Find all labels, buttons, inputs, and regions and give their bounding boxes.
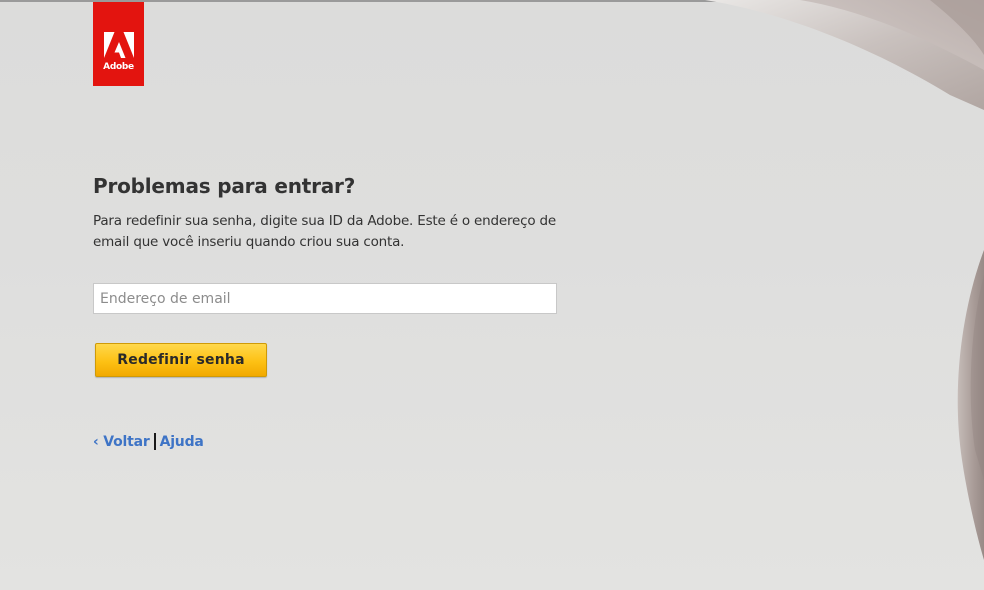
adobe-logo: Adobe: [93, 2, 144, 86]
instructions-text: Para redefinir sua senha, digite sua ID …: [93, 213, 556, 250]
back-link[interactable]: ‹ Voltar: [93, 434, 150, 450]
reset-password-button[interactable]: Redefinir senha: [95, 343, 267, 377]
footer-links: ‹ Voltar Ajuda: [93, 433, 204, 450]
page-title: Problemas para entrar?: [93, 174, 356, 198]
help-link[interactable]: Ajuda: [160, 434, 204, 450]
email-field[interactable]: [93, 283, 557, 314]
adobe-logo-text: Adobe: [103, 62, 134, 72]
link-separator: [153, 433, 156, 450]
adobe-a-icon: [103, 32, 134, 58]
